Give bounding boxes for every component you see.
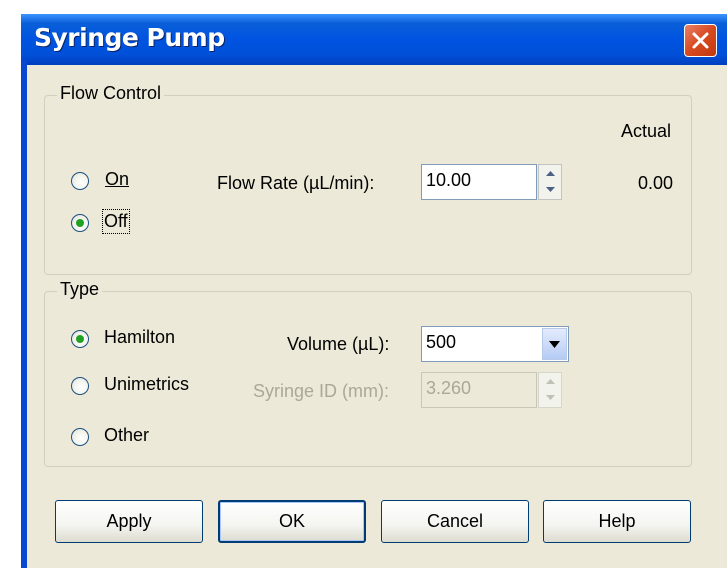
flow-rate-down-button[interactable] [539, 182, 561, 199]
flow-rate-spinner[interactable] [538, 164, 562, 200]
flow-rate-up-button[interactable] [539, 165, 561, 182]
apply-button[interactable]: Apply [55, 500, 203, 543]
flow-rate-input[interactable]: 10.00 [421, 164, 537, 200]
help-button[interactable]: Help [543, 500, 691, 543]
arrow-up-icon [546, 171, 555, 176]
syringe-id-up-button [539, 373, 561, 390]
syringe-id-down-button [539, 390, 561, 407]
syringe-id-label: Syringe ID (mm): [253, 381, 390, 401]
other-label[interactable]: Other [104, 425, 149, 446]
volume-label: Volume (µL): [287, 334, 390, 354]
on-radio[interactable] [71, 172, 89, 190]
window-title: Syringe Pump [34, 23, 225, 52]
hamilton-label[interactable]: Hamilton [104, 327, 175, 348]
unimetrics-radio[interactable] [71, 377, 89, 395]
cancel-button[interactable]: Cancel [381, 500, 529, 543]
off-label[interactable]: Off [102, 209, 130, 234]
window-frame-left [21, 60, 27, 568]
off-radio[interactable] [71, 214, 89, 232]
on-label-text: On [105, 169, 130, 189]
type-group-label: Type [57, 279, 103, 300]
on-label[interactable]: On [105, 169, 129, 190]
flow-rate-label: Flow Rate (µL/min): [217, 173, 375, 193]
arrow-up-icon [546, 379, 555, 384]
flow-control-group-label: Flow Control [57, 83, 165, 104]
actual-flow-rate-value: 0.00 [638, 173, 674, 193]
ok-button[interactable]: OK [218, 500, 366, 543]
actual-header: Actual [621, 121, 672, 141]
unimetrics-label[interactable]: Unimetrics [104, 374, 189, 395]
off-label-text: Off [104, 211, 128, 231]
arrow-down-icon [546, 187, 555, 192]
hamilton-radio-dot [76, 335, 84, 343]
hamilton-radio[interactable] [71, 330, 89, 348]
volume-dropdown-button[interactable] [542, 328, 567, 360]
syringe-id-input: 3.260 [421, 372, 537, 408]
close-button[interactable] [684, 24, 717, 57]
off-radio-dot [76, 219, 84, 227]
chevron-down-icon [549, 341, 560, 348]
close-icon [692, 32, 709, 49]
other-radio[interactable] [71, 428, 89, 446]
syringe-id-spinner [538, 372, 562, 408]
arrow-down-icon [546, 395, 555, 400]
